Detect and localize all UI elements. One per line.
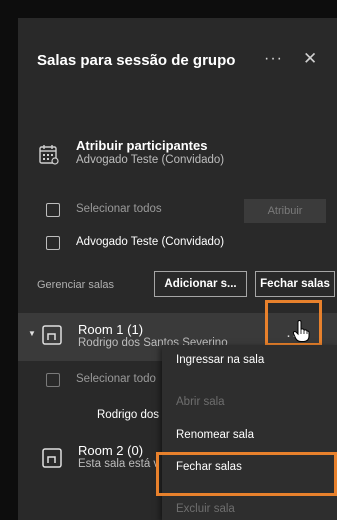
panel-title: Salas para sessão de grupo [37, 52, 236, 69]
room-1-title: Room 1 (1) [78, 322, 144, 337]
hand-cursor-icon [292, 320, 310, 342]
assign-button[interactable]: Atribuir [244, 199, 326, 223]
add-room-button[interactable]: Adicionar s... [154, 271, 247, 297]
menu-item-rename-room[interactable]: Renomear sala [162, 423, 337, 447]
room-2-subtitle: Esta sala está v [78, 458, 160, 470]
calendar-assign-icon [39, 145, 59, 165]
room-2-title: Room 2 (0) [78, 443, 144, 458]
select-all-label: Selecionar todos [76, 203, 162, 215]
participant-checkbox[interactable] [46, 236, 60, 250]
participant-label: Advogado Teste (Convidado) [76, 236, 225, 248]
assign-participants-section[interactable]: Atribuir participantes Advogado Teste (C… [36, 138, 326, 174]
room-1-select-all-checkbox[interactable] [46, 373, 60, 387]
menu-item-join-room[interactable]: Ingressar na sala [162, 348, 337, 372]
close-rooms-button[interactable]: Fechar salas [255, 271, 335, 297]
room-1-select-all-label: Selecionar todo [76, 373, 156, 385]
close-rooms-highlight-box [156, 452, 337, 496]
menu-item-open-room: Abrir sala [176, 396, 225, 408]
assign-participants-title: Atribuir participantes [76, 138, 208, 153]
select-all-checkbox[interactable] [46, 203, 60, 217]
panel-header: Salas para sessão de grupo ··· ✕ [18, 42, 337, 72]
menu-item-delete-room: Excluir sala [176, 503, 235, 515]
room-icon [42, 448, 62, 468]
manage-rooms-label: Gerenciar salas [37, 279, 115, 291]
participant-row: Advogado Teste (Convidado) [38, 233, 318, 255]
expand-chevron-icon[interactable]: ▼ [28, 329, 36, 338]
more-options-icon[interactable]: ··· [264, 50, 283, 68]
assign-participants-subtitle: Advogado Teste (Convidado) [76, 154, 225, 166]
room-icon [42, 325, 62, 345]
close-icon[interactable]: ✕ [303, 49, 317, 69]
